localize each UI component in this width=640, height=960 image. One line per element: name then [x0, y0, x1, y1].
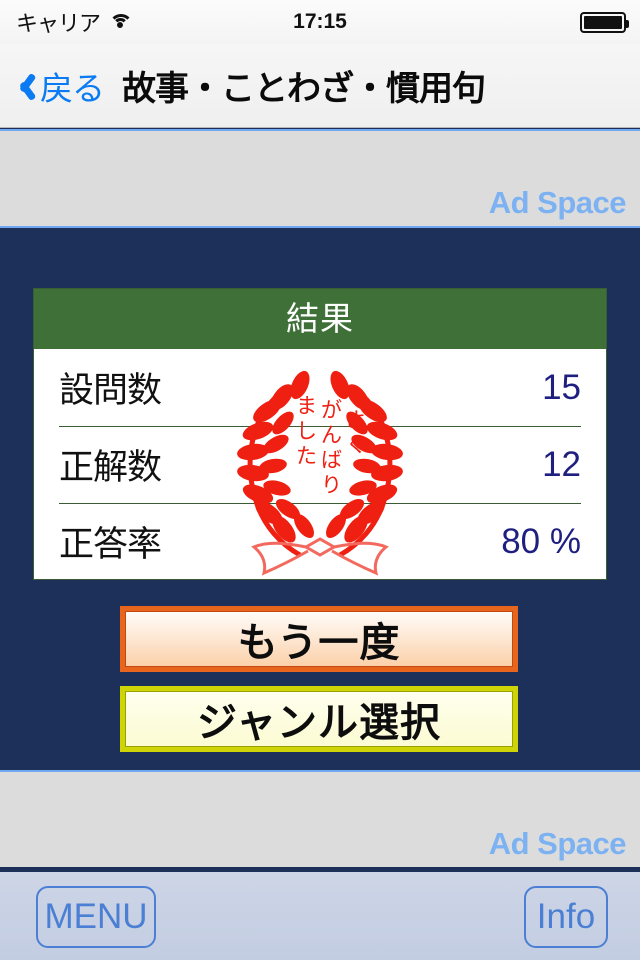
- phone-screen: キャリア 17:15 戻る 故事・ことわざ・慣用句 Ad Space 結果 よ …: [0, 0, 640, 960]
- main-content: 結果 よ く が ん ば り ま し た 設問数 15 正解数 12 正答率 8…: [0, 228, 640, 770]
- result-card-header: 結果: [34, 289, 606, 349]
- table-row: 正解数 12: [34, 426, 606, 503]
- genre-select-button[interactable]: ジャンル選択: [120, 686, 518, 752]
- row-value: 15: [542, 367, 581, 407]
- info-button[interactable]: Info: [524, 886, 608, 948]
- back-button-label: 戻る: [40, 69, 105, 107]
- ad-banner-bottom-label: Ad Space: [488, 826, 627, 861]
- row-value: 12: [542, 444, 581, 484]
- row-label: 正解数: [59, 448, 162, 487]
- page-title: 故事・ことわざ・慣用句: [122, 70, 486, 108]
- table-row: 設問数 15: [34, 349, 606, 426]
- retry-button[interactable]: もう一度: [120, 606, 518, 672]
- menu-button[interactable]: MENU: [36, 886, 156, 948]
- ad-banner-top[interactable]: Ad Space: [0, 129, 640, 228]
- table-row: 正答率 80 %: [34, 503, 606, 580]
- status-bar-clock: 17:15: [293, 10, 347, 33]
- back-button[interactable]: 戻る: [14, 62, 105, 110]
- bottom-toolbar: MENU Info: [0, 870, 640, 960]
- ad-banner-bottom[interactable]: Ad Space: [0, 770, 640, 870]
- row-label: 設問数: [59, 371, 162, 410]
- status-bar: キャリア 17:15: [0, 0, 640, 44]
- battery-icon: [580, 12, 629, 33]
- chevron-left-icon: [14, 69, 34, 103]
- row-value: 80 %: [501, 521, 581, 561]
- result-card-body: よ く が ん ば り ま し た 設問数 15 正解数 12 正答率 80 %: [34, 349, 606, 580]
- result-card: 結果 よ く が ん ば り ま し た 設問数 15 正解数 12 正答率 8…: [33, 288, 607, 580]
- navigation-bar: 戻る 故事・ことわざ・慣用句: [0, 44, 640, 128]
- ad-banner-top-label: Ad Space: [488, 185, 627, 220]
- row-label: 正答率: [59, 525, 162, 564]
